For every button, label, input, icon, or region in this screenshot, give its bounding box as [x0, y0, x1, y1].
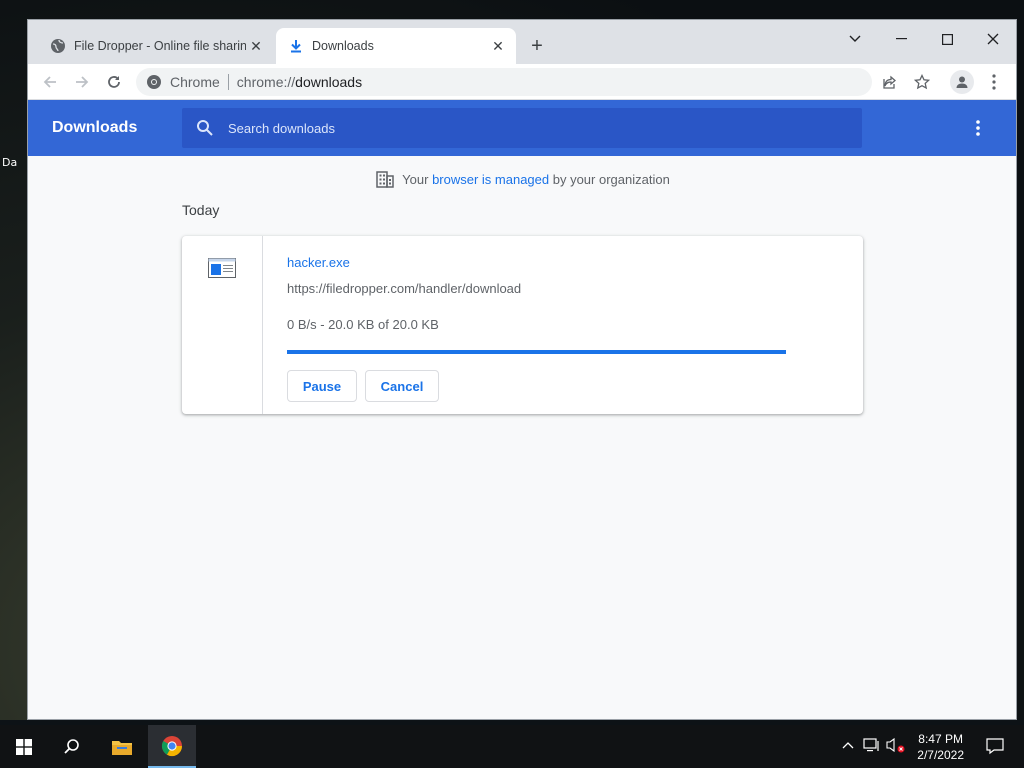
tab-search-chevron-icon[interactable]	[832, 24, 878, 54]
desktop-icon-label[interactable]: Da	[2, 156, 17, 169]
download-filename-link[interactable]: hacker.exe	[287, 255, 350, 270]
forward-arrow-icon[interactable]	[70, 70, 94, 94]
bookmark-star-icon[interactable]	[912, 72, 932, 92]
progress-fill	[287, 350, 786, 354]
tab-close-icon[interactable]: ✕	[246, 36, 266, 56]
omnibox-separator	[227, 74, 229, 90]
download-progress-bar	[287, 350, 786, 354]
volume-muted-icon[interactable]	[886, 735, 906, 755]
exe-file-icon	[208, 258, 236, 278]
close-window-button[interactable]	[970, 24, 1016, 54]
reload-icon[interactable]	[102, 70, 126, 94]
download-icon	[288, 38, 304, 54]
tab-title: File Dropper - Online file sharing	[74, 39, 246, 53]
download-item: hacker.exe https://filedropper.com/handl…	[182, 236, 863, 414]
notification-icon[interactable]	[986, 737, 1006, 757]
back-arrow-icon[interactable]	[38, 70, 62, 94]
cancel-button[interactable]: Cancel	[365, 370, 439, 402]
chrome-site-icon	[146, 74, 162, 90]
tab-downloads[interactable]: Downloads ✕	[276, 28, 516, 64]
tab-strip: File Dropper - Online file sharing ✕ Dow…	[28, 20, 1016, 64]
clock-time: 8:47 PM	[918, 732, 963, 746]
globe-icon	[50, 38, 66, 54]
taskbar-clock[interactable]: 8:47 PM 2/7/2022	[917, 731, 964, 763]
taskbar: 8:47 PM 2/7/2022	[0, 725, 1024, 768]
share-icon[interactable]	[880, 72, 900, 92]
download-status: 0 B/s - 20.0 KB of 20.0 KB	[287, 317, 439, 332]
date-group-label: Today	[182, 202, 220, 218]
profile-avatar-icon[interactable]	[950, 70, 974, 94]
pause-button[interactable]: Pause	[287, 370, 357, 402]
browser-toolbar: Chrome chrome:// downloads	[28, 64, 1016, 100]
building-icon	[376, 170, 394, 188]
managed-link[interactable]: browser is managed	[432, 172, 549, 187]
browser-window: File Dropper - Online file sharing ✕ Dow…	[27, 19, 1017, 720]
network-icon[interactable]	[862, 735, 882, 755]
tray-chevron-up-icon[interactable]	[838, 735, 858, 755]
url-path: downloads	[295, 74, 363, 90]
url-scheme: chrome://	[236, 74, 296, 90]
managed-suffix: by your organization	[549, 171, 670, 187]
address-bar[interactable]: Chrome chrome:// downloads	[136, 68, 872, 96]
tab-close-icon[interactable]: ✕	[488, 36, 508, 56]
site-chip: Chrome	[170, 74, 220, 90]
tab-title: Downloads	[312, 39, 374, 53]
page-title: Downloads	[52, 119, 138, 136]
search-icon[interactable]	[48, 725, 96, 768]
tab-file-dropper[interactable]: File Dropper - Online file sharing ✕	[38, 28, 274, 64]
search-box[interactable]	[182, 108, 862, 148]
maximize-button[interactable]	[924, 24, 970, 54]
more-actions-icon[interactable]	[968, 118, 988, 138]
managed-notice: Your browser is managed by your organiza…	[28, 170, 1016, 188]
minimize-button[interactable]	[878, 24, 924, 54]
start-windows-icon[interactable]	[0, 725, 48, 768]
download-source-url[interactable]: https://filedropper.com/handler/download	[287, 281, 521, 296]
browser-menu-icon[interactable]	[984, 72, 1004, 92]
downloads-header: Downloads	[28, 100, 1016, 156]
search-icon	[196, 119, 214, 137]
file-explorer-icon[interactable]	[98, 725, 146, 768]
managed-prefix: Your	[402, 171, 433, 187]
new-tab-button[interactable]: +	[526, 36, 548, 58]
chrome-taskbar-icon[interactable]	[148, 725, 196, 768]
search-input[interactable]	[228, 120, 828, 136]
download-icon-column	[182, 236, 263, 414]
clock-date: 2/7/2022	[917, 748, 964, 762]
